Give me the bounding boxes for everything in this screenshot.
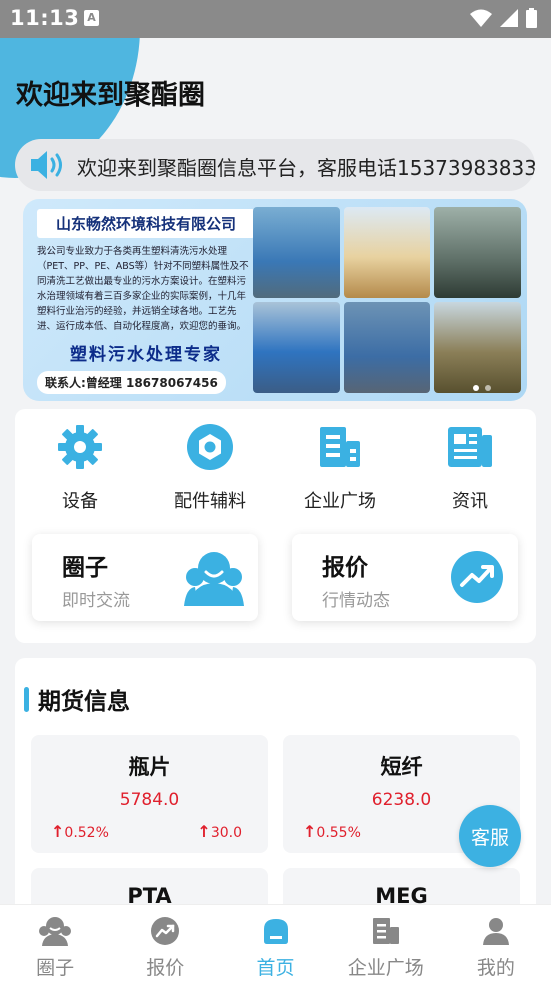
banner-slogan: 塑料污水处理专家 — [70, 345, 222, 365]
menu-item-equipment[interactable]: 设备 — [15, 421, 145, 513]
home-icon — [259, 915, 293, 947]
page-title: 欢迎来到聚酯圈 — [16, 80, 205, 111]
banner-pagination — [473, 385, 491, 391]
futures-change: ↑30.0 — [197, 822, 242, 841]
up-arrow-icon: ↑ — [51, 822, 65, 841]
ad-banner[interactable]: 山东畅然环境科技有限公司 我公司专业致力于各类再生塑料清洗污水处理（PET、PP… — [23, 199, 527, 401]
building-icon — [314, 421, 366, 473]
up-arrow-icon: ↑ — [303, 822, 317, 841]
banner-photo — [343, 207, 431, 298]
news-icon — [444, 421, 496, 473]
section-title: 期货信息 — [38, 689, 130, 715]
wifi-icon — [470, 9, 492, 27]
tab-quote[interactable]: 报价 — [110, 905, 220, 981]
tab-label: 首页 — [256, 957, 295, 979]
tab-circle[interactable]: 圈子 — [0, 905, 110, 981]
futures-price: 5784.0 — [119, 790, 180, 810]
trend-up-icon — [148, 915, 182, 947]
tab-label: 圈子 — [36, 957, 75, 979]
people-icon — [38, 915, 72, 947]
people-icon — [184, 550, 244, 610]
notice-text: 欢迎来到聚酯圈信息平台，客服电话15373983833 — [77, 156, 535, 180]
user-icon — [479, 915, 513, 947]
menu-item-label: 企业广场 — [304, 491, 376, 512]
banner-description: 我公司专业致力于各类再生塑料清洗污水处理（PET、PP、PE、ABS等）针对不同… — [37, 246, 249, 332]
banner-text-block: 山东畅然环境科技有限公司 我公司专业致力于各类再生塑料清洗污水处理（PET、PP… — [37, 209, 255, 394]
futures-percent-value: 0.55% — [316, 825, 361, 841]
banner-photo — [253, 302, 340, 393]
banner-photo-grid — [253, 207, 521, 393]
futures-name: 短纤 — [380, 755, 423, 779]
feature-title: 报价 — [322, 555, 368, 581]
menu-item-enterprise-square[interactable]: 企业广场 — [275, 421, 405, 513]
feature-title: 圈子 — [62, 555, 108, 581]
section-header: 期货信息 — [24, 682, 130, 716]
section-accent-bar — [24, 686, 29, 712]
futures-change-value: 30.0 — [210, 825, 242, 841]
status-indicators — [470, 8, 537, 28]
tab-label: 报价 — [146, 957, 185, 979]
futures-card: 期货信息 瓶片 5784.0 ↑0.52% ↑30.0 短纤 6238.0 ↑0… — [15, 658, 536, 981]
speaker-icon — [29, 149, 67, 185]
category-grid: 设备 配件辅料 企业广场 资讯 — [15, 421, 536, 513]
futures-item[interactable]: 瓶片 5784.0 ↑0.52% ↑30.0 — [31, 735, 268, 853]
bottom-tab-bar: 圈子 报价 首页 企业广场 我的 — [0, 904, 551, 981]
futures-percent: ↑0.52% — [51, 822, 109, 841]
menu-item-label: 设备 — [62, 491, 98, 512]
customer-service-button[interactable]: 客服 — [459, 805, 521, 867]
tab-home[interactable]: 首页 — [220, 905, 330, 981]
signal-icon — [500, 9, 518, 27]
gear-icon — [54, 421, 106, 473]
tab-label: 我的 — [476, 957, 515, 979]
banner-contact: 联系人:曾经理 18678067456 — [37, 371, 226, 394]
feature-subtitle: 即时交流 — [62, 591, 130, 611]
feature-subtitle: 行情动态 — [322, 591, 390, 611]
menu-item-label: 配件辅料 — [174, 491, 246, 512]
banner-dot — [485, 385, 491, 391]
up-arrow-icon: ↑ — [197, 822, 211, 841]
feature-quote-card[interactable]: 报价 行情动态 — [292, 534, 518, 621]
building-icon — [369, 915, 403, 947]
status-time: 11:13 — [10, 6, 80, 30]
futures-name: 瓶片 — [128, 755, 171, 779]
menu-item-label: 资讯 — [452, 491, 488, 512]
futures-percent: ↑0.55% — [303, 822, 361, 841]
battery-icon — [526, 8, 537, 28]
menu-item-news[interactable]: 资讯 — [405, 421, 535, 513]
banner-photo — [253, 207, 340, 298]
trend-up-icon — [450, 550, 504, 608]
status-bar: 11:13 A — [0, 0, 551, 38]
menu-card: 设备 配件辅料 企业广场 资讯 圈子 即时交流 报价 行情动态 — [15, 409, 536, 643]
hex-nut-icon — [184, 421, 236, 473]
banner-photo — [434, 302, 521, 393]
tab-mine[interactable]: 我的 — [441, 905, 551, 981]
banner-photo — [434, 207, 521, 298]
app-notification-icon: A — [84, 10, 99, 26]
futures-percent-value: 0.52% — [64, 825, 109, 841]
tab-label: 企业广场 — [347, 957, 424, 979]
banner-company: 山东畅然环境科技有限公司 — [37, 209, 255, 238]
banner-dot — [473, 385, 479, 391]
banner-photo — [343, 302, 431, 393]
tab-enterprise-square[interactable]: 企业广场 — [331, 905, 441, 981]
feature-circle-card[interactable]: 圈子 即时交流 — [32, 534, 258, 621]
notice-bar[interactable]: 欢迎来到聚酯圈信息平台，客服电话15373983833 — [15, 139, 535, 191]
menu-item-accessories[interactable]: 配件辅料 — [145, 421, 275, 513]
